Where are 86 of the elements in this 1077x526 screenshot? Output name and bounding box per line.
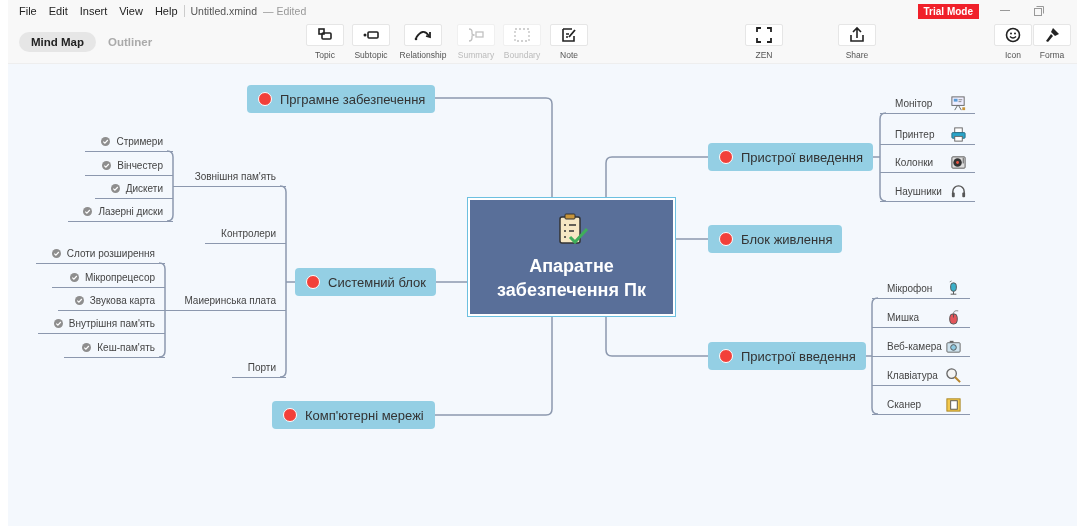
main-topic-title: Комп'ютерні мережі: [305, 407, 424, 423]
subtopic-label[interactable]: Маиеринська плата: [184, 295, 276, 306]
central-topic[interactable]: Апаратне забезпечення Пк: [468, 198, 675, 316]
edit-status: — Edited: [263, 5, 307, 17]
easel-icon: [950, 95, 967, 112]
main-topic-title: Блок живлення: [741, 231, 833, 247]
tool-label: Icon: [1004, 50, 1022, 60]
brush-icon: [1043, 26, 1061, 44]
main-topic[interactable]: Прграмне забезпечення: [247, 85, 436, 113]
subtopic-label[interactable]: Порти: [247, 362, 276, 373]
main-topic[interactable]: Пристрої введення: [708, 342, 866, 370]
tool-label: Share: [845, 50, 869, 60]
main-topic[interactable]: Пристрої виведення: [708, 143, 874, 171]
icon-button[interactable]: [994, 24, 1032, 46]
dot-icon: [719, 150, 733, 164]
menu-item[interactable]: Edit: [48, 5, 68, 17]
magnifier-icon: [945, 367, 962, 384]
dot-icon: [258, 92, 272, 106]
printer-icon: [950, 126, 967, 143]
main-topic-title: Пристрої введення: [741, 348, 856, 364]
share-button[interactable]: [838, 24, 876, 46]
menu-item[interactable]: Insert: [79, 5, 108, 17]
subtopic-label[interactable]: Внутрішня пам'ять: [68, 318, 155, 329]
document-title: Untitled.xmind: [190, 5, 258, 17]
brace-icon: [467, 26, 485, 44]
subtopic-label[interactable]: Мікропрецесор: [85, 272, 155, 283]
tool-label: Topic: [315, 50, 335, 60]
menu-item[interactable]: View: [119, 5, 143, 17]
zen-button[interactable]: [745, 24, 783, 46]
connector-line: [674, 238, 709, 240]
subtopic-label[interactable]: Колонки: [895, 157, 934, 168]
subtopic-label[interactable]: Сканер: [887, 399, 922, 410]
subtopic-label[interactable]: Стримери: [116, 136, 163, 147]
camera-icon: [945, 338, 962, 355]
dot-icon: [306, 275, 320, 289]
main-topic[interactable]: Блок живлення: [708, 225, 843, 253]
format-button[interactable]: [1033, 24, 1071, 46]
trial-badge: Trial Mode: [917, 3, 979, 19]
subtopic-label[interactable]: Наушники: [895, 186, 942, 197]
tool-label: Relationship: [399, 50, 447, 60]
menu-item[interactable]: File: [19, 5, 37, 17]
note-button[interactable]: [550, 24, 588, 46]
subtopic-label[interactable]: Контролери: [221, 228, 276, 239]
subtopic-label[interactable]: Принтер: [895, 129, 935, 140]
restore-icon: [1034, 6, 1044, 16]
subtopic-label[interactable]: Дискети: [125, 183, 163, 194]
subtopic-button[interactable]: [352, 24, 390, 46]
document-icon: [945, 396, 962, 413]
main-topic-title: Прграмне забезпечення: [280, 91, 426, 107]
minimize-icon: [1000, 10, 1010, 12]
dot-icon: [283, 408, 297, 422]
subtopic-label[interactable]: Кеш-пам'ять: [97, 342, 155, 353]
subtopic-label[interactable]: Клавіатура: [887, 370, 938, 381]
tool-label: Note: [560, 50, 578, 60]
smiley-icon: [1004, 26, 1022, 44]
subtopic-label[interactable]: Звукова карта: [89, 295, 155, 306]
connector-line: [434, 281, 469, 283]
topic-button[interactable]: [306, 24, 344, 46]
share-icon: [848, 26, 866, 44]
central-topic-title: Апаратне забезпечення Пк: [496, 255, 647, 302]
main-topic[interactable]: Системний блок: [295, 268, 436, 296]
headphones-icon: [950, 183, 967, 200]
dot-icon: [719, 349, 733, 363]
view-tab[interactable]: Mind Map: [19, 32, 97, 52]
note-icon: [560, 26, 578, 44]
subtopic-label[interactable]: Монітор: [895, 98, 933, 109]
fullscreen-icon: [755, 26, 773, 44]
restore-button[interactable]: [1031, 5, 1047, 17]
subtopic-label[interactable]: Лазерні диски: [98, 206, 163, 217]
tool-label: Forma: [1039, 50, 1065, 60]
tool-label: ZEN: [755, 50, 773, 60]
dot-icon: [719, 232, 733, 246]
subtopic-label[interactable]: Вінчестер: [117, 160, 163, 171]
subtopic-label[interactable]: Слоти розширення: [66, 248, 155, 259]
dashed-box-icon: [513, 26, 531, 44]
main-topic-title: Системний блок: [328, 274, 426, 290]
tool-label: Subtopic: [354, 50, 388, 60]
subtopic-label[interactable]: Мишка: [887, 312, 920, 323]
subtopic-label[interactable]: Мікрофон: [887, 283, 933, 294]
relationship-button[interactable]: [404, 24, 442, 46]
record-player-icon: [950, 154, 967, 171]
subtopic-label[interactable]: Веб-камера: [887, 341, 942, 352]
main-topic[interactable]: Комп'ютерні мережі: [272, 401, 435, 429]
menu-item[interactable]: Help: [154, 5, 178, 17]
main-topic-title: Пристрої виведення: [741, 149, 864, 165]
subtopic-label[interactable]: Зовнішня пам'ять: [194, 171, 276, 182]
